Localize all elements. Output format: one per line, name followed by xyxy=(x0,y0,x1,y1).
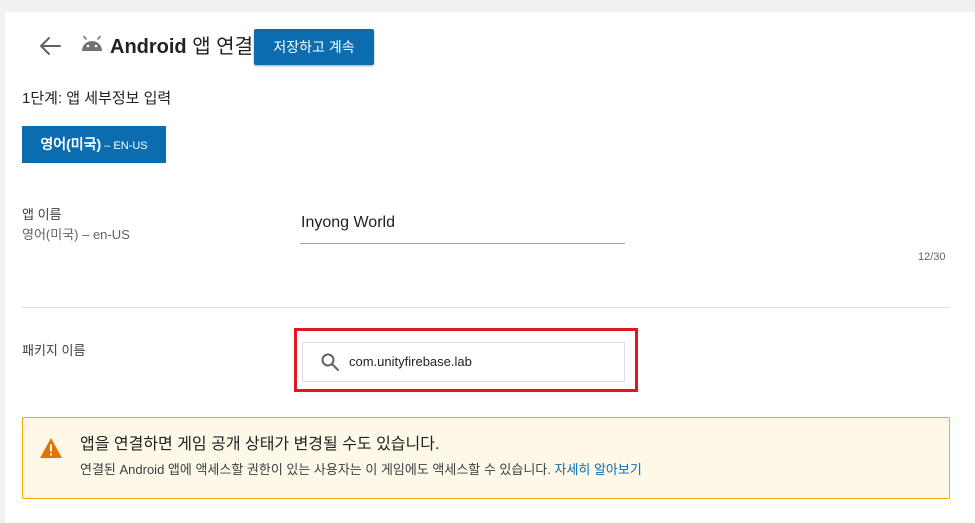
warning-title: 앱을 연결하면 게임 공개 상태가 변경될 수도 있습니다. xyxy=(80,436,440,453)
page-title-brand: Android xyxy=(110,36,187,58)
section-divider xyxy=(22,307,950,308)
highlight-box xyxy=(294,328,638,392)
language-tab-name: 영어(미국) xyxy=(40,136,102,152)
app-name-label: 앱 이름 xyxy=(22,207,62,222)
app-name-input[interactable] xyxy=(300,210,625,244)
page-title: Android 앱 연결 xyxy=(110,34,253,60)
page-title-suffix: 앱 연결 xyxy=(186,36,253,58)
language-tab-en-us[interactable]: 영어(미국) – EN-US xyxy=(22,126,166,163)
android-icon xyxy=(82,36,102,51)
warning-description: 연결된 Android 앱에 액세스할 권한이 있는 사용자는 이 게임에도 액… xyxy=(80,461,642,479)
warning-description-text: 연결된 Android 앱에 액세스할 권한이 있는 사용자는 이 게임에도 액… xyxy=(80,462,555,477)
warning-icon xyxy=(40,438,62,458)
step-label: 1단계: 앱 세부정보 입력 xyxy=(22,90,172,107)
language-tab-code: – EN-US xyxy=(101,140,148,152)
learn-more-link[interactable]: 자세히 알아보기 xyxy=(554,462,641,477)
package-name-label: 패키지 이름 xyxy=(22,343,86,358)
back-arrow-icon[interactable] xyxy=(38,36,62,56)
visibility-warning-banner xyxy=(22,417,950,499)
char-counter: 12/30 xyxy=(918,251,946,263)
save-and-continue-button[interactable]: 저장하고 계속 xyxy=(254,29,374,65)
app-name-locale-label: 영어(미국) – en-US xyxy=(22,227,130,242)
